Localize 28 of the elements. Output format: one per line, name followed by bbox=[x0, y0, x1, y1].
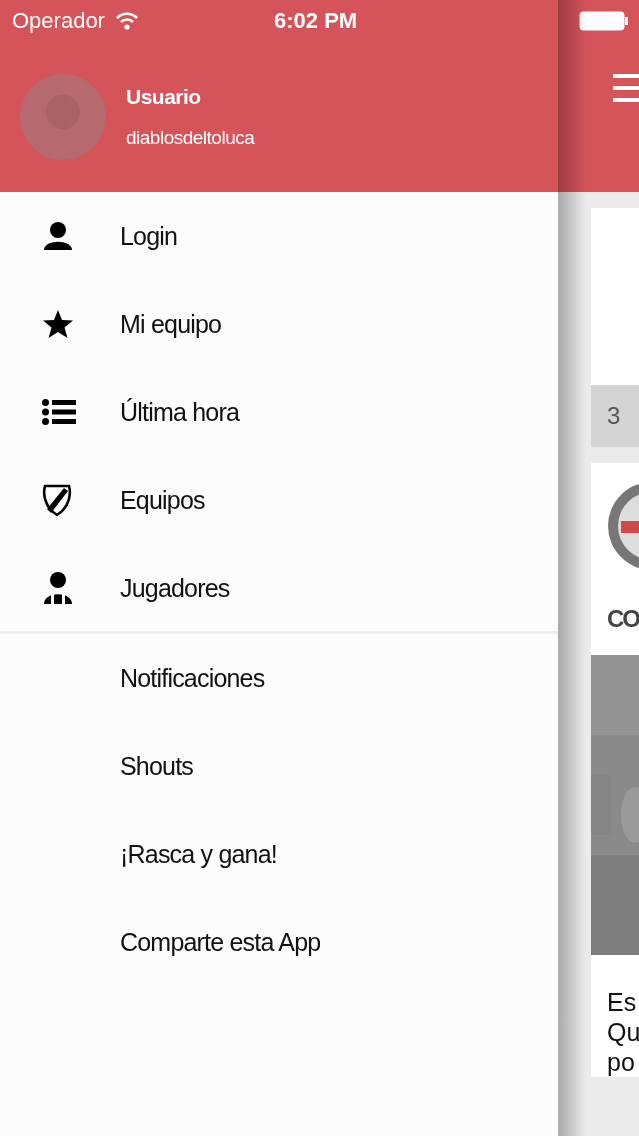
shield-icon bbox=[42, 483, 72, 517]
star-icon bbox=[42, 308, 74, 340]
date-text: 3 bbox=[607, 402, 621, 430]
menu-item[interactable]: Equipos bbox=[0, 456, 558, 544]
list-icon bbox=[42, 399, 76, 425]
menu-item[interactable]: Comparte esta App bbox=[0, 898, 558, 986]
menu-item[interactable]: Última hora bbox=[0, 368, 558, 456]
post-text: Qu bbox=[607, 1017, 639, 1047]
status-time: 6:02 PM bbox=[274, 8, 358, 34]
post-text: Es bbox=[607, 987, 638, 1017]
avatar-icon bbox=[20, 74, 106, 160]
menu-item[interactable]: Jugadores bbox=[0, 544, 558, 632]
user-handle: diablosdeltoluca bbox=[126, 127, 255, 149]
user-name: Usuario bbox=[126, 85, 202, 109]
menu-item[interactable]: Notificaciones bbox=[0, 634, 558, 722]
player-icon bbox=[42, 571, 74, 605]
team-logo-icon bbox=[607, 481, 639, 571]
wifi-icon bbox=[114, 12, 139, 30]
battery-icon bbox=[579, 11, 629, 31]
menu-item[interactable]: Shouts bbox=[0, 722, 558, 810]
menu-item[interactable]: Mi equipo bbox=[0, 280, 558, 368]
menu-item[interactable]: ¡Rasca y gana! bbox=[0, 810, 558, 898]
post-title: CO bbox=[607, 605, 639, 633]
menu-icon[interactable] bbox=[613, 74, 639, 102]
carrier-name: Operador bbox=[12, 8, 105, 34]
post-text: po bbox=[607, 1047, 636, 1077]
menu-item[interactable]: Login bbox=[0, 192, 558, 280]
person-icon bbox=[42, 220, 74, 252]
